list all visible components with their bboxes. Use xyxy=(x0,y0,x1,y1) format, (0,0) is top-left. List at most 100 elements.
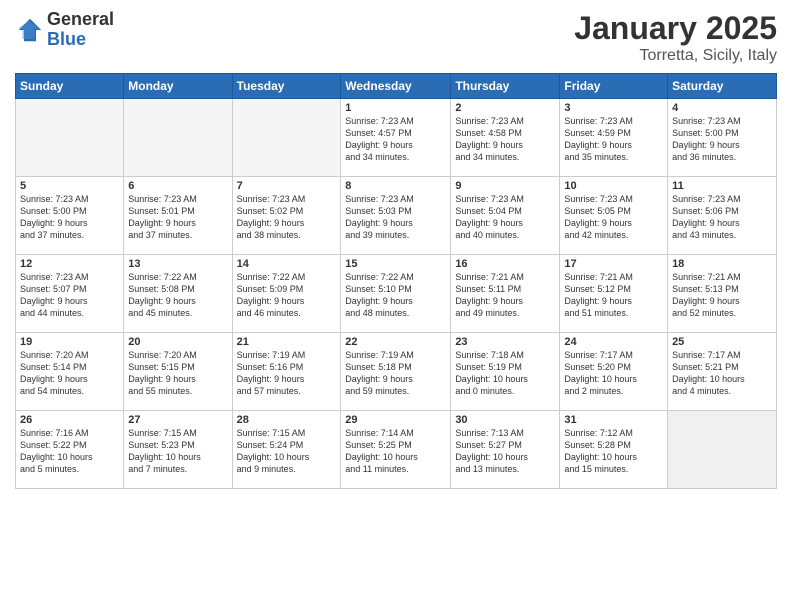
logo-general: General xyxy=(47,10,114,30)
calendar-table: Sunday Monday Tuesday Wednesday Thursday… xyxy=(15,73,777,489)
table-row: 15Sunrise: 7:22 AM Sunset: 5:10 PM Dayli… xyxy=(341,255,451,333)
day-content: Sunrise: 7:23 AM Sunset: 4:59 PM Dayligh… xyxy=(564,115,663,164)
day-content: Sunrise: 7:19 AM Sunset: 5:18 PM Dayligh… xyxy=(345,349,446,398)
day-number: 28 xyxy=(237,414,337,426)
day-number: 23 xyxy=(455,336,555,348)
day-content: Sunrise: 7:23 AM Sunset: 5:02 PM Dayligh… xyxy=(237,193,337,242)
logo-blue: Blue xyxy=(47,30,114,50)
day-number: 1 xyxy=(345,102,446,114)
table-row: 21Sunrise: 7:19 AM Sunset: 5:16 PM Dayli… xyxy=(232,333,341,411)
day-content: Sunrise: 7:21 AM Sunset: 5:12 PM Dayligh… xyxy=(564,271,663,320)
day-number: 8 xyxy=(345,180,446,192)
table-row: 11Sunrise: 7:23 AM Sunset: 5:06 PM Dayli… xyxy=(668,177,777,255)
day-content: Sunrise: 7:23 AM Sunset: 5:00 PM Dayligh… xyxy=(672,115,772,164)
day-number: 11 xyxy=(672,180,772,192)
day-number: 17 xyxy=(564,258,663,270)
calendar-week-row: 5Sunrise: 7:23 AM Sunset: 5:00 PM Daylig… xyxy=(16,177,777,255)
day-content: Sunrise: 7:21 AM Sunset: 5:13 PM Dayligh… xyxy=(672,271,772,320)
day-content: Sunrise: 7:22 AM Sunset: 5:08 PM Dayligh… xyxy=(128,271,227,320)
table-row xyxy=(668,411,777,489)
day-content: Sunrise: 7:17 AM Sunset: 5:20 PM Dayligh… xyxy=(564,349,663,398)
table-row: 22Sunrise: 7:19 AM Sunset: 5:18 PM Dayli… xyxy=(341,333,451,411)
table-row: 4Sunrise: 7:23 AM Sunset: 5:00 PM Daylig… xyxy=(668,99,777,177)
day-number: 21 xyxy=(237,336,337,348)
calendar-week-row: 12Sunrise: 7:23 AM Sunset: 5:07 PM Dayli… xyxy=(16,255,777,333)
day-content: Sunrise: 7:17 AM Sunset: 5:21 PM Dayligh… xyxy=(672,349,772,398)
calendar-header-row: Sunday Monday Tuesday Wednesday Thursday… xyxy=(16,74,777,99)
col-friday: Friday xyxy=(560,74,668,99)
table-row: 2Sunrise: 7:23 AM Sunset: 4:58 PM Daylig… xyxy=(451,99,560,177)
day-content: Sunrise: 7:23 AM Sunset: 5:07 PM Dayligh… xyxy=(20,271,119,320)
day-content: Sunrise: 7:23 AM Sunset: 5:03 PM Dayligh… xyxy=(345,193,446,242)
calendar-week-row: 19Sunrise: 7:20 AM Sunset: 5:14 PM Dayli… xyxy=(16,333,777,411)
month-title: January 2025 xyxy=(574,10,777,47)
day-content: Sunrise: 7:23 AM Sunset: 5:01 PM Dayligh… xyxy=(128,193,227,242)
day-number: 31 xyxy=(564,414,663,426)
table-row: 18Sunrise: 7:21 AM Sunset: 5:13 PM Dayli… xyxy=(668,255,777,333)
day-number: 24 xyxy=(564,336,663,348)
table-row: 7Sunrise: 7:23 AM Sunset: 5:02 PM Daylig… xyxy=(232,177,341,255)
table-row: 16Sunrise: 7:21 AM Sunset: 5:11 PM Dayli… xyxy=(451,255,560,333)
day-content: Sunrise: 7:23 AM Sunset: 5:04 PM Dayligh… xyxy=(455,193,555,242)
col-wednesday: Wednesday xyxy=(341,74,451,99)
location: Torretta, Sicily, Italy xyxy=(574,47,777,65)
day-content: Sunrise: 7:22 AM Sunset: 5:09 PM Dayligh… xyxy=(237,271,337,320)
table-row: 19Sunrise: 7:20 AM Sunset: 5:14 PM Dayli… xyxy=(16,333,124,411)
day-number: 4 xyxy=(672,102,772,114)
day-number: 5 xyxy=(20,180,119,192)
table-row: 26Sunrise: 7:16 AM Sunset: 5:22 PM Dayli… xyxy=(16,411,124,489)
col-monday: Monday xyxy=(124,74,232,99)
calendar-container: General Blue January 2025 Torretta, Sici… xyxy=(0,0,792,612)
day-content: Sunrise: 7:20 AM Sunset: 5:15 PM Dayligh… xyxy=(128,349,227,398)
logo: General Blue xyxy=(15,10,114,50)
day-content: Sunrise: 7:20 AM Sunset: 5:14 PM Dayligh… xyxy=(20,349,119,398)
table-row: 14Sunrise: 7:22 AM Sunset: 5:09 PM Dayli… xyxy=(232,255,341,333)
calendar-week-row: 1Sunrise: 7:23 AM Sunset: 4:57 PM Daylig… xyxy=(16,99,777,177)
day-number: 12 xyxy=(20,258,119,270)
table-row: 13Sunrise: 7:22 AM Sunset: 5:08 PM Dayli… xyxy=(124,255,232,333)
day-content: Sunrise: 7:23 AM Sunset: 5:06 PM Dayligh… xyxy=(672,193,772,242)
day-number: 15 xyxy=(345,258,446,270)
day-content: Sunrise: 7:18 AM Sunset: 5:19 PM Dayligh… xyxy=(455,349,555,398)
day-content: Sunrise: 7:23 AM Sunset: 5:05 PM Dayligh… xyxy=(564,193,663,242)
table-row: 17Sunrise: 7:21 AM Sunset: 5:12 PM Dayli… xyxy=(560,255,668,333)
table-row: 10Sunrise: 7:23 AM Sunset: 5:05 PM Dayli… xyxy=(560,177,668,255)
day-number: 10 xyxy=(564,180,663,192)
title-section: January 2025 Torretta, Sicily, Italy xyxy=(574,10,777,65)
day-number: 2 xyxy=(455,102,555,114)
table-row: 30Sunrise: 7:13 AM Sunset: 5:27 PM Dayli… xyxy=(451,411,560,489)
table-row: 6Sunrise: 7:23 AM Sunset: 5:01 PM Daylig… xyxy=(124,177,232,255)
day-number: 13 xyxy=(128,258,227,270)
table-row: 27Sunrise: 7:15 AM Sunset: 5:23 PM Dayli… xyxy=(124,411,232,489)
day-content: Sunrise: 7:19 AM Sunset: 5:16 PM Dayligh… xyxy=(237,349,337,398)
day-number: 29 xyxy=(345,414,446,426)
day-number: 6 xyxy=(128,180,227,192)
day-content: Sunrise: 7:16 AM Sunset: 5:22 PM Dayligh… xyxy=(20,427,119,476)
col-sunday: Sunday xyxy=(16,74,124,99)
day-content: Sunrise: 7:23 AM Sunset: 4:57 PM Dayligh… xyxy=(345,115,446,164)
day-number: 16 xyxy=(455,258,555,270)
table-row: 12Sunrise: 7:23 AM Sunset: 5:07 PM Dayli… xyxy=(16,255,124,333)
day-number: 26 xyxy=(20,414,119,426)
day-content: Sunrise: 7:14 AM Sunset: 5:25 PM Dayligh… xyxy=(345,427,446,476)
table-row xyxy=(124,99,232,177)
table-row: 28Sunrise: 7:15 AM Sunset: 5:24 PM Dayli… xyxy=(232,411,341,489)
table-row: 1Sunrise: 7:23 AM Sunset: 4:57 PM Daylig… xyxy=(341,99,451,177)
table-row xyxy=(232,99,341,177)
table-row: 23Sunrise: 7:18 AM Sunset: 5:19 PM Dayli… xyxy=(451,333,560,411)
day-content: Sunrise: 7:15 AM Sunset: 5:24 PM Dayligh… xyxy=(237,427,337,476)
day-number: 14 xyxy=(237,258,337,270)
day-content: Sunrise: 7:21 AM Sunset: 5:11 PM Dayligh… xyxy=(455,271,555,320)
table-row: 29Sunrise: 7:14 AM Sunset: 5:25 PM Dayli… xyxy=(341,411,451,489)
logo-text: General Blue xyxy=(47,10,114,50)
day-content: Sunrise: 7:23 AM Sunset: 5:00 PM Dayligh… xyxy=(20,193,119,242)
col-thursday: Thursday xyxy=(451,74,560,99)
day-number: 27 xyxy=(128,414,227,426)
table-row: 24Sunrise: 7:17 AM Sunset: 5:20 PM Dayli… xyxy=(560,333,668,411)
table-row: 31Sunrise: 7:12 AM Sunset: 5:28 PM Dayli… xyxy=(560,411,668,489)
day-number: 7 xyxy=(237,180,337,192)
day-number: 22 xyxy=(345,336,446,348)
day-content: Sunrise: 7:12 AM Sunset: 5:28 PM Dayligh… xyxy=(564,427,663,476)
table-row: 20Sunrise: 7:20 AM Sunset: 5:15 PM Dayli… xyxy=(124,333,232,411)
table-row xyxy=(16,99,124,177)
